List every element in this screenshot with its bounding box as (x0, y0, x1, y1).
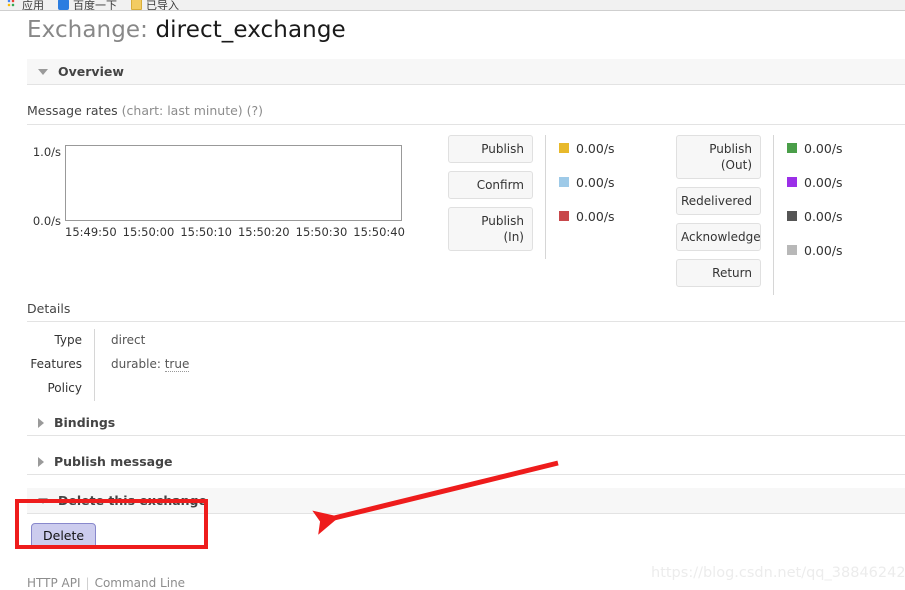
x-axis-ticks: 15:49:50 15:50:00 15:50:10 15:50:20 15:5… (65, 225, 405, 239)
legend-button-publish-in[interactable]: Publish (In) (448, 207, 533, 251)
section-title: Bindings (54, 415, 116, 430)
apps-grid-icon (7, 0, 18, 10)
detail-value-features: durable: true (94, 353, 905, 377)
chevron-right-icon (38, 417, 44, 428)
legend-value-redelivered: 0.00/s (804, 174, 843, 190)
chart-legend-outbound: Publish (Out) Redelivered Acknowledge Re… (676, 135, 843, 295)
feature-value-durable[interactable]: true (164, 357, 190, 372)
legend-swatch-return (787, 245, 797, 255)
folder-icon (131, 0, 142, 10)
exchange-name: direct_exchange (155, 17, 346, 43)
footer-separator: | (85, 576, 90, 590)
chevron-down-icon (38, 497, 48, 504)
divider (27, 321, 905, 322)
detail-value-type: direct (94, 329, 905, 353)
legend-button-redelivered[interactable]: Redelivered (676, 187, 761, 215)
x-axis-tick: 15:50:30 (295, 225, 348, 239)
section-title: Delete this exchange (58, 493, 207, 508)
section-header-overview[interactable]: Overview (27, 59, 905, 85)
y-axis-tick-max: 1.0/s (32, 145, 61, 159)
table-row: Features durable: true (27, 353, 905, 377)
bookmark-label: 已导入 (146, 0, 179, 11)
page-title-prefix: Exchange: (27, 17, 156, 43)
chart-legend-inbound: Publish Confirm Publish (In) 0.00/s 0.00… (448, 135, 615, 259)
legend-button-acknowledge[interactable]: Acknowledge (676, 223, 761, 251)
legend-swatch-confirm (559, 177, 569, 187)
legend-button-publish-out[interactable]: Publish (Out) (676, 135, 761, 179)
watermark: https://blog.csdn.net/qq_38846242 (651, 565, 905, 581)
message-rates-title: Message rates (27, 103, 118, 118)
legend-swatch-redelivered (787, 177, 797, 187)
detail-value-policy (94, 377, 905, 401)
detail-label-type: Type (54, 333, 82, 347)
delete-button[interactable]: Delete (31, 523, 97, 549)
footer-links: HTTP API | Command Line (27, 576, 185, 590)
legend-button-confirm[interactable]: Confirm (448, 171, 533, 199)
section-header-bindings[interactable]: Bindings (27, 410, 905, 436)
detail-label-policy: Policy (47, 381, 82, 395)
legend-button-publish[interactable]: Publish (448, 135, 533, 163)
legend-divider (545, 135, 546, 259)
legend-value-publish-in: 0.00/s (576, 208, 615, 224)
x-axis-tick: 15:50:00 (122, 225, 175, 239)
browser-bookmarks-bar: 应用 百度一下 已导入 (0, 0, 905, 11)
bookmark-item-baidu[interactable]: 百度一下 (58, 0, 117, 10)
http-api-link[interactable]: HTTP API (27, 576, 81, 590)
feature-key: durable: (111, 357, 165, 371)
command-line-link[interactable]: Command Line (95, 576, 186, 590)
legend-swatch-acknowledge (787, 211, 797, 221)
table-row: Type direct (27, 329, 905, 353)
legend-swatch-publish (559, 143, 569, 153)
legend-swatch-publish-in (559, 211, 569, 221)
divider (27, 124, 905, 125)
legend-value-return: 0.00/s (804, 242, 843, 258)
detail-label-features: Features (30, 357, 82, 371)
legend-button-return[interactable]: Return (676, 259, 761, 287)
section-header-delete-exchange[interactable]: Delete this exchange (27, 488, 905, 514)
section-title: Publish message (54, 454, 173, 469)
chevron-down-icon (38, 68, 48, 75)
x-axis-tick: 15:50:20 (237, 225, 290, 239)
details-label: Details (27, 301, 71, 316)
legend-value-acknowledge: 0.00/s (804, 208, 843, 224)
legend-value-confirm: 0.00/s (576, 174, 615, 190)
table-row: Policy (27, 377, 905, 401)
exchange-detail-page: Exchange: direct_exchange Overview Messa… (0, 11, 905, 590)
page-title: Exchange: direct_exchange (27, 17, 346, 43)
section-header-publish-message[interactable]: Publish message (27, 449, 905, 475)
bookmark-label: 百度一下 (73, 0, 117, 11)
x-axis-tick: 15:49:50 (65, 225, 117, 239)
details-table: Type direct Features durable: true Polic… (27, 329, 905, 401)
legend-value-publish: 0.00/s (576, 140, 615, 156)
bookmark-label: 应用 (22, 0, 44, 11)
x-axis-tick: 15:50:10 (180, 225, 232, 239)
chevron-right-icon (38, 456, 44, 467)
y-axis-tick-min: 0.0/s (32, 214, 61, 228)
legend-value-publish-out: 0.00/s (804, 140, 843, 156)
chart-plot-area (65, 145, 402, 221)
baidu-icon (58, 0, 69, 10)
message-rates-suffix[interactable]: (chart: last minute) (?) (118, 103, 263, 118)
section-title: Overview (58, 64, 124, 79)
legend-divider (773, 135, 774, 295)
legend-swatch-publish-out (787, 143, 797, 153)
bookmark-item-imported[interactable]: 已导入 (131, 0, 179, 10)
message-rates-label: Message rates (chart: last minute) (?) (27, 103, 263, 118)
bookmark-item-apps[interactable]: 应用 (7, 0, 44, 10)
x-axis-tick: 15:50:40 (353, 225, 405, 239)
